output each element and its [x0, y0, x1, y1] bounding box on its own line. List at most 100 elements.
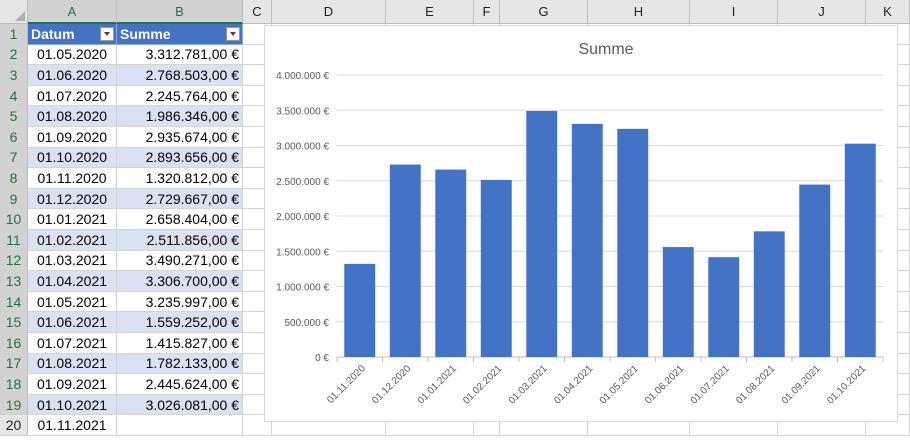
row-header-2[interactable]: 2 — [0, 44, 28, 66]
column-header-b[interactable]: B — [117, 0, 243, 24]
row-header-20[interactable]: 20 — [0, 415, 28, 436]
cell-datum[interactable]: 01.10.2020 — [28, 147, 117, 169]
column-header-g[interactable]: G — [500, 0, 588, 24]
column-header-c[interactable]: C — [243, 0, 272, 24]
select-all-corner[interactable] — [0, 0, 28, 24]
filter-dropdown-icon[interactable] — [226, 27, 240, 41]
cell-summe[interactable]: 3.026.081,00 € — [117, 394, 243, 416]
filter-dropdown-icon[interactable] — [100, 27, 114, 41]
x-tick-label: 01.12.2020 — [370, 363, 413, 406]
cell-summe[interactable]: 3.490.271,00 € — [117, 250, 243, 272]
column-header-i[interactable]: I — [690, 0, 778, 24]
cell-datum[interactable]: 01.09.2020 — [28, 127, 117, 148]
table-header-datum[interactable]: Datum — [28, 24, 117, 45]
spreadsheet-grid[interactable]: ABCDEFGHIJK 1 2 3 4 5 6 7 8 9 10 11 12 13 14 15 16 17 18 1… — [0, 0, 910, 442]
cell-datum[interactable]: 01.10.2021 — [28, 394, 117, 416]
row-header-6[interactable]: 6 — [0, 127, 28, 148]
row-header-19[interactable]: 19 — [0, 394, 28, 416]
cell-summe[interactable]: 2.729.667,00 € — [117, 188, 243, 210]
column-header-h[interactable]: H — [588, 0, 690, 24]
row-header-10[interactable]: 10 — [0, 209, 28, 230]
cell-summe[interactable]: 1.559.252,00 € — [117, 312, 243, 333]
cell-datum[interactable]: 01.03.2021 — [28, 250, 117, 272]
y-tick-label: 0 € — [315, 353, 329, 364]
row-header-17[interactable]: 17 — [0, 353, 28, 375]
cell-summe[interactable]: 3.306.700,00 € — [117, 271, 243, 292]
cell-datum[interactable]: 01.05.2021 — [28, 291, 117, 313]
cell-summe[interactable] — [117, 415, 243, 436]
y-tick-label: 500.000 € — [285, 318, 330, 329]
row-header-14[interactable]: 14 — [0, 291, 28, 313]
cell-datum[interactable]: 01.08.2021 — [28, 353, 117, 375]
column-header-f[interactable]: F — [474, 0, 500, 24]
row-header-12[interactable]: 12 — [0, 250, 28, 272]
column-header-e[interactable]: E — [386, 0, 474, 24]
cell-datum[interactable]: 01.01.2021 — [28, 209, 117, 230]
y-tick-label: 3.500.000 € — [276, 106, 329, 117]
cell-summe[interactable]: 2.768.503,00 € — [117, 65, 243, 86]
cell-datum[interactable]: 01.11.2020 — [28, 168, 117, 189]
cell-summe[interactable]: 3.312.781,00 € — [117, 44, 243, 66]
bar — [435, 169, 467, 357]
bar — [526, 110, 558, 357]
row-header-4[interactable]: 4 — [0, 85, 28, 107]
cell-datum[interactable]: 01.06.2021 — [28, 312, 117, 333]
cell-summe[interactable]: 1.986.346,00 € — [117, 106, 243, 127]
cell-summe[interactable]: 2.511.856,00 € — [117, 230, 243, 251]
cell-summe[interactable]: 1.782.133,00 € — [117, 353, 243, 375]
row-header-11[interactable]: 11 — [0, 230, 28, 251]
bar — [799, 184, 831, 357]
row-header-15[interactable]: 15 — [0, 312, 28, 333]
y-tick-label: 2.000.000 € — [276, 212, 329, 223]
cell-summe[interactable]: 1.415.827,00 € — [117, 333, 243, 354]
cell-datum[interactable]: 01.08.2020 — [28, 106, 117, 127]
bar — [344, 263, 376, 357]
column-header-d[interactable]: D — [272, 0, 386, 24]
column-header-j[interactable]: J — [778, 0, 866, 24]
row-header-5[interactable]: 5 — [0, 106, 28, 127]
cell-summe[interactable]: 2.445.624,00 € — [117, 374, 243, 395]
row-header-1[interactable]: 1 — [0, 24, 28, 45]
row-header-18[interactable]: 18 — [0, 374, 28, 395]
row-header-16[interactable]: 16 — [0, 333, 28, 354]
x-tick-label: 01.07.2021 — [689, 363, 732, 406]
cell-datum[interactable]: 01.06.2020 — [28, 65, 117, 86]
x-tick-label: 01.10.2021 — [825, 363, 868, 406]
y-tick-label: 1.000.000 € — [276, 283, 329, 294]
row-header-7[interactable]: 7 — [0, 147, 28, 169]
chart[interactable]: Summe 0 € 500.000 € 1.000.000 € 1.500.000 € 2… — [264, 25, 898, 422]
cell-datum[interactable]: 01.12.2020 — [28, 188, 117, 210]
row-header-9[interactable]: 9 — [0, 188, 28, 210]
cell-summe[interactable]: 3.235.997,00 € — [117, 291, 243, 313]
cell-datum[interactable]: 01.05.2020 — [28, 44, 117, 66]
bar — [844, 143, 876, 357]
x-tick-label: 01.02.2021 — [461, 363, 504, 406]
row-header-8[interactable]: 8 — [0, 168, 28, 189]
column-header-k[interactable]: K — [866, 0, 910, 24]
cell-summe[interactable]: 1.320.812,00 € — [117, 168, 243, 189]
cell-datum[interactable]: 01.07.2021 — [28, 333, 117, 354]
chart-title: Summe — [578, 41, 633, 58]
bar — [617, 128, 649, 357]
bar — [571, 123, 603, 357]
cell-datum[interactable]: 01.02.2021 — [28, 230, 117, 251]
cell-datum[interactable]: 01.04.2021 — [28, 271, 117, 292]
bar — [708, 257, 740, 357]
cell-summe[interactable]: 2.658.404,00 € — [117, 209, 243, 230]
cell-datum[interactable]: 01.09.2021 — [28, 374, 117, 395]
row-header-13[interactable]: 13 — [0, 271, 28, 292]
bar — [662, 247, 694, 357]
x-tick-label: 01.01.2021 — [416, 363, 459, 406]
cell-summe[interactable]: 2.935.674,00 € — [117, 127, 243, 148]
cell-datum[interactable]: 01.11.2021 — [28, 415, 117, 436]
bar-chart-svg: Summe 0 € 500.000 € 1.000.000 € 1.500.000 € 2… — [276, 41, 884, 407]
table-header-summe[interactable]: Summe — [117, 24, 243, 45]
column-header-a[interactable]: A — [28, 0, 117, 24]
bar — [753, 231, 785, 357]
row-header-3[interactable]: 3 — [0, 65, 28, 86]
cell-datum[interactable]: 01.07.2020 — [28, 85, 117, 107]
cell-summe[interactable]: 2.893.656,00 € — [117, 147, 243, 169]
cell-summe[interactable]: 2.245.764,00 € — [117, 85, 243, 107]
y-tick-label: 2.500.000 € — [276, 177, 329, 188]
y-tick-label: 4.000.000 € — [276, 71, 329, 82]
